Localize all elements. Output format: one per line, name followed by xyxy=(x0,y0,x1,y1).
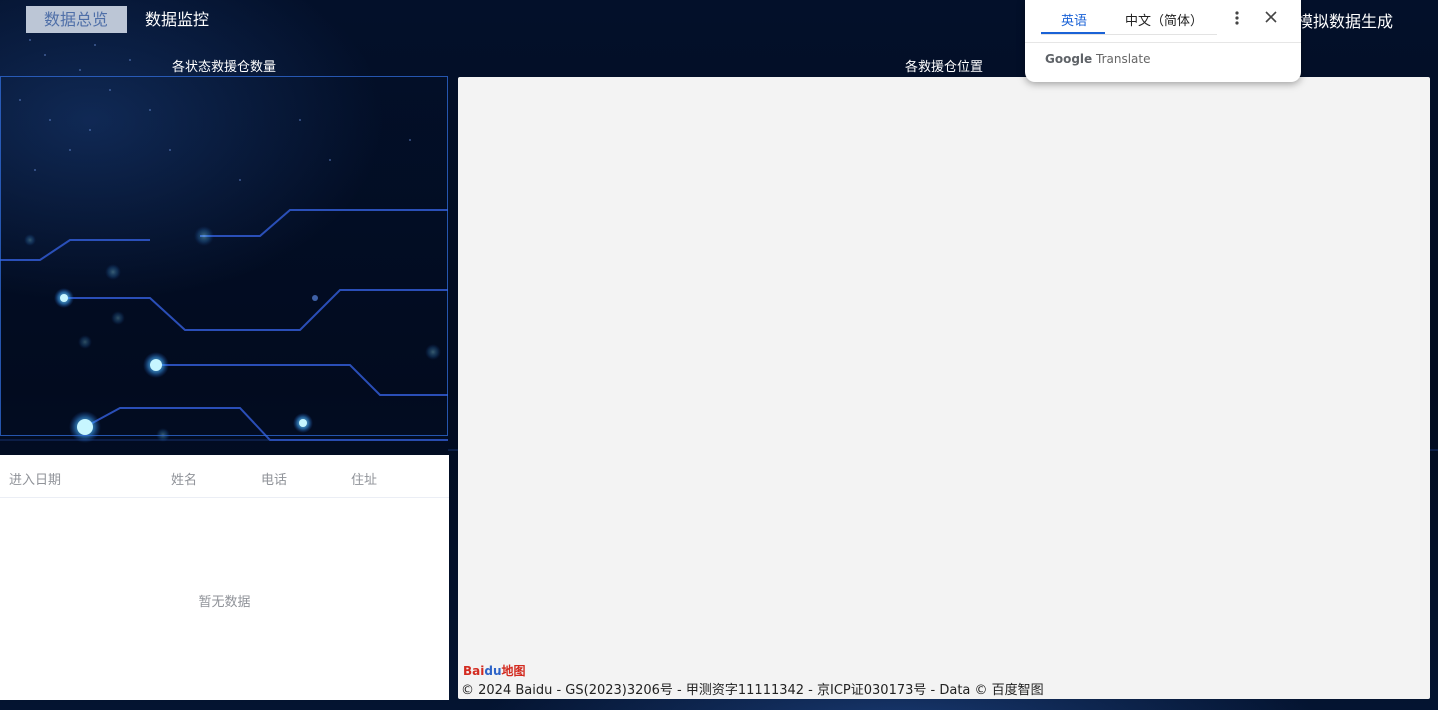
chart-title: 各状态救援仓数量 xyxy=(171,60,276,75)
translate-popup: 英语 中文（简体） Google Translate xyxy=(1025,0,1301,82)
map-copyright: © 2024 Baidu - GS(2023)3206号 - 甲测资字11111… xyxy=(461,683,1044,698)
logo-du: du xyxy=(484,664,502,678)
translate-tab-chinese[interactable]: 中文（简体） xyxy=(1125,10,1203,29)
column-header-name[interactable]: 姓名 xyxy=(171,469,197,488)
close-icon[interactable] xyxy=(1263,8,1279,26)
table-header: 进入日期 姓名 电话 住址 xyxy=(0,455,449,498)
column-header-entry-date[interactable]: 进入日期 xyxy=(9,469,61,488)
popup-divider xyxy=(1025,42,1301,43)
tab-data-monitor[interactable]: 数据监控 xyxy=(127,6,227,33)
status-chart-container xyxy=(0,76,448,436)
active-tab-indicator xyxy=(1041,32,1105,34)
data-table: 进入日期 姓名 电话 住址 暂无数据 xyxy=(0,455,449,700)
empty-state-text: 暂无数据 xyxy=(198,595,251,610)
baidu-map-logo[interactable]: Baidu地图 xyxy=(463,662,526,679)
tab-baseline xyxy=(1041,34,1217,35)
column-header-address[interactable]: 住址 xyxy=(351,469,377,488)
google-translate-brand: Google Translate xyxy=(1045,52,1151,66)
logo-bai: Bai xyxy=(463,664,485,678)
tab-data-overview[interactable]: 数据总览 xyxy=(26,6,127,33)
translate-tab-english[interactable]: 英语 xyxy=(1061,10,1087,29)
more-vert-icon[interactable] xyxy=(1229,9,1245,27)
simulate-data-link[interactable]: 模拟数据生成 xyxy=(1297,8,1393,32)
logo-map: 地图 xyxy=(501,664,526,678)
column-header-phone[interactable]: 电话 xyxy=(261,469,287,488)
brand-google: Google xyxy=(1045,52,1093,66)
rescue-location-map[interactable]: Baidu地图 © 2024 Baidu - GS(2023)3206号 - 甲… xyxy=(458,77,1430,699)
brand-translate: Translate xyxy=(1096,52,1151,66)
